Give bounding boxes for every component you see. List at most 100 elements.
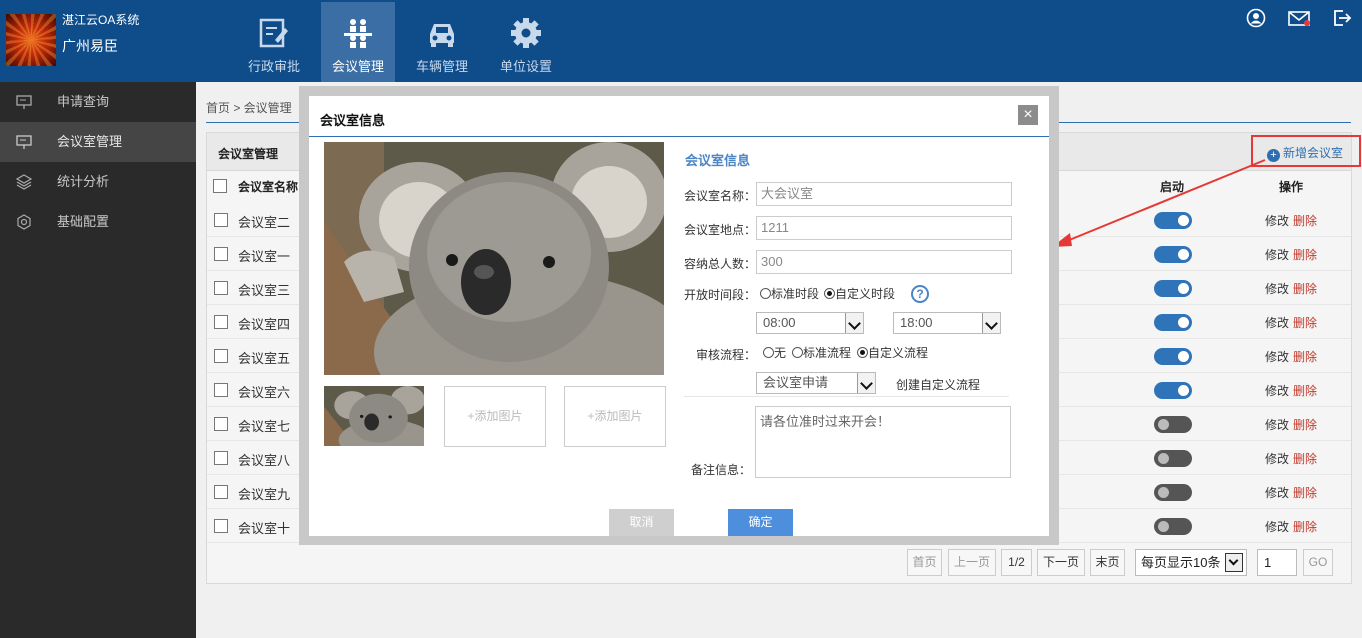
per-page-value: 每页显示10条 bbox=[1141, 555, 1221, 570]
row-checkbox[interactable] bbox=[214, 417, 228, 431]
radio-button-selected[interactable] bbox=[824, 288, 835, 299]
edit-link[interactable]: 修改 bbox=[1265, 280, 1289, 297]
toggle-knob bbox=[1158, 453, 1169, 464]
delete-link[interactable]: 删除 bbox=[1293, 484, 1317, 501]
row-checkbox[interactable] bbox=[214, 213, 228, 227]
row-checkbox[interactable] bbox=[214, 485, 228, 499]
enable-toggle[interactable] bbox=[1154, 518, 1192, 535]
radio-button[interactable] bbox=[760, 288, 771, 299]
edit-link[interactable]: 修改 bbox=[1265, 518, 1289, 535]
edit-link[interactable]: 修改 bbox=[1265, 246, 1289, 263]
page-last-button[interactable]: 末页 bbox=[1090, 549, 1125, 576]
add-image-button[interactable]: +添加图片 bbox=[444, 386, 546, 447]
toggle-knob bbox=[1178, 283, 1189, 294]
delete-link[interactable]: 删除 bbox=[1293, 348, 1317, 365]
sidebar-item-meeting-room-management[interactable]: 会议室管理 bbox=[0, 122, 196, 162]
radio-button-selected[interactable] bbox=[857, 347, 868, 358]
page-number-input[interactable]: 1 bbox=[1257, 549, 1297, 576]
row-checkbox[interactable] bbox=[214, 349, 228, 363]
location-label: 会议室地点： bbox=[684, 223, 757, 237]
row-checkbox[interactable] bbox=[214, 519, 228, 533]
flow-custom-radio[interactable]: 自定义流程 bbox=[857, 344, 928, 361]
delete-link[interactable]: 删除 bbox=[1293, 450, 1317, 467]
row-checkbox[interactable] bbox=[214, 281, 228, 295]
row-checkbox[interactable] bbox=[214, 315, 228, 329]
close-button[interactable]: × bbox=[1018, 105, 1038, 125]
radio-button[interactable] bbox=[792, 347, 803, 358]
delete-link[interactable]: 删除 bbox=[1293, 382, 1317, 399]
sidebar-item-statistics[interactable]: 统计分析 bbox=[0, 162, 196, 202]
enable-toggle[interactable] bbox=[1154, 416, 1192, 433]
user-icon[interactable] bbox=[1246, 8, 1266, 28]
row-checkbox[interactable] bbox=[214, 383, 228, 397]
enable-toggle[interactable] bbox=[1154, 348, 1192, 365]
delete-link[interactable]: 删除 bbox=[1293, 314, 1317, 331]
delete-link[interactable]: 删除 bbox=[1293, 212, 1317, 229]
flow-none-radio[interactable]: 无 bbox=[763, 344, 786, 361]
room-location-input[interactable]: 1211 bbox=[756, 216, 1012, 240]
logout-icon[interactable] bbox=[1332, 8, 1352, 28]
sidebar-item-application-query[interactable]: 申请查询 bbox=[0, 82, 196, 122]
cancel-button[interactable]: 取消 bbox=[609, 509, 674, 536]
enable-toggle[interactable] bbox=[1154, 450, 1192, 467]
nav-admin-approval[interactable]: 行政审批 bbox=[237, 2, 311, 82]
nav-label: 车辆管理 bbox=[415, 59, 468, 74]
enable-toggle[interactable] bbox=[1154, 314, 1192, 331]
room-photo bbox=[324, 142, 664, 375]
sidebar-item-basic-config[interactable]: 基础配置 bbox=[0, 202, 196, 242]
page-first-button[interactable]: 首页 bbox=[907, 549, 942, 576]
delete-link[interactable]: 删除 bbox=[1293, 246, 1317, 263]
room-name-input[interactable]: 大会议室 bbox=[756, 182, 1012, 206]
end-time-select[interactable]: 18:00 bbox=[893, 312, 1001, 334]
page-next-button[interactable]: 下一页 bbox=[1037, 549, 1085, 576]
nav-meeting-management[interactable]: 会议管理 bbox=[321, 2, 395, 82]
confirm-button[interactable]: 确定 bbox=[728, 509, 793, 536]
row-checkbox[interactable] bbox=[214, 451, 228, 465]
help-icon[interactable]: ? bbox=[911, 285, 929, 303]
edit-link[interactable]: 修改 bbox=[1265, 212, 1289, 229]
remark-textarea[interactable]: 请各位准时过来开会！ bbox=[755, 406, 1011, 478]
add-meeting-room-button[interactable]: + 新增会议室 bbox=[1251, 135, 1361, 167]
delete-link[interactable]: 删除 bbox=[1293, 280, 1317, 297]
start-time-select[interactable]: 08:00 bbox=[756, 312, 864, 334]
time-custom-radio[interactable]: 自定义时段 bbox=[824, 285, 895, 302]
room-name: 会议室一 bbox=[238, 249, 291, 264]
time-standard-radio[interactable]: 标准时段 bbox=[760, 285, 819, 302]
enable-toggle[interactable] bbox=[1154, 246, 1192, 263]
per-page-select[interactable]: 每页显示10条 bbox=[1135, 549, 1247, 576]
nav-unit-settings[interactable]: 单位设置 bbox=[489, 2, 563, 82]
room-name: 会议室六 bbox=[238, 385, 291, 400]
delete-link[interactable]: 删除 bbox=[1293, 518, 1317, 535]
go-button[interactable]: GO bbox=[1303, 549, 1333, 576]
toggle-knob bbox=[1158, 487, 1169, 498]
page-prev-button[interactable]: 上一页 bbox=[948, 549, 996, 576]
room-name: 会议室四 bbox=[238, 317, 291, 332]
select-all-checkbox[interactable] bbox=[213, 179, 227, 193]
flow-standard-radio[interactable]: 标准流程 bbox=[792, 344, 851, 361]
nav-label: 单位设置 bbox=[499, 59, 552, 74]
edit-link[interactable]: 修改 bbox=[1265, 382, 1289, 399]
enable-toggle[interactable] bbox=[1154, 212, 1192, 229]
row-checkbox[interactable] bbox=[214, 247, 228, 261]
form-title: 会议室信息 bbox=[685, 153, 751, 168]
delete-link[interactable]: 删除 bbox=[1293, 416, 1317, 433]
room-photo-thumbnail[interactable] bbox=[324, 386, 424, 446]
edit-link[interactable]: 修改 bbox=[1265, 348, 1289, 365]
edit-link[interactable]: 修改 bbox=[1265, 416, 1289, 433]
nav-vehicle-management[interactable]: 车辆管理 bbox=[405, 2, 479, 82]
flow-select[interactable]: 会议室申请 bbox=[756, 372, 876, 394]
panel-title: 会议室管理 bbox=[218, 147, 279, 161]
enable-toggle[interactable] bbox=[1154, 382, 1192, 399]
column-header-enabled: 启动 bbox=[1160, 180, 1185, 194]
edit-link[interactable]: 修改 bbox=[1265, 314, 1289, 331]
mail-icon[interactable] bbox=[1288, 8, 1310, 28]
radio-button[interactable] bbox=[763, 347, 774, 358]
capacity-input[interactable]: 300 bbox=[756, 250, 1012, 274]
enable-toggle[interactable] bbox=[1154, 280, 1192, 297]
edit-link[interactable]: 修改 bbox=[1265, 450, 1289, 467]
add-image-button[interactable]: +添加图片 bbox=[564, 386, 666, 447]
edit-link[interactable]: 修改 bbox=[1265, 484, 1289, 501]
enable-toggle[interactable] bbox=[1154, 484, 1192, 501]
create-flow-link[interactable]: 创建自定义流程 bbox=[896, 376, 980, 393]
presentation-icon bbox=[16, 95, 32, 109]
